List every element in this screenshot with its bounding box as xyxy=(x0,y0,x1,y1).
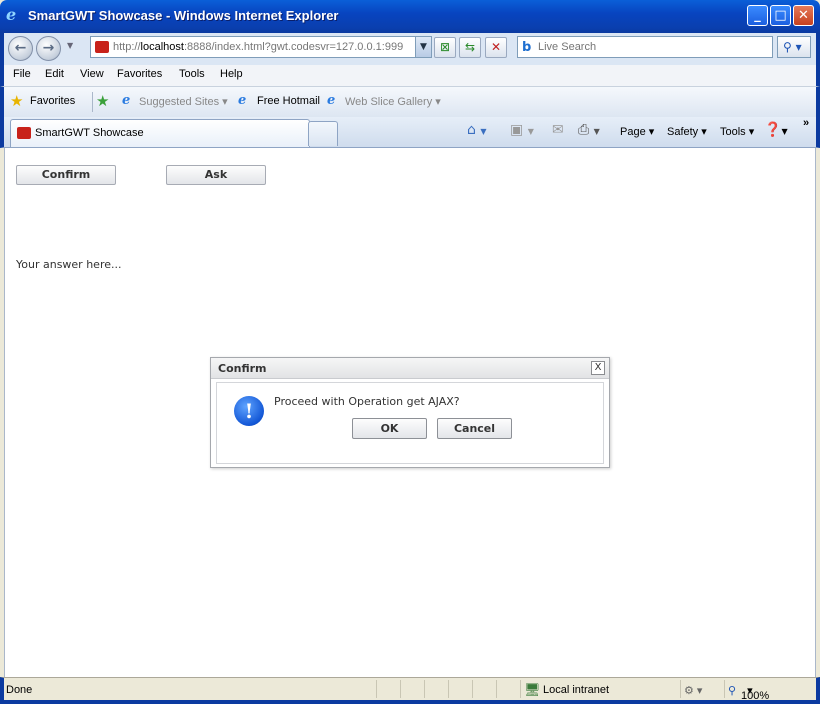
tab-row: SmartGWT Showcase ⌂ ▼ ▣ ▼ ✉ ⎙ ▼ Page ▾ S… xyxy=(0,117,820,148)
status-divider xyxy=(680,680,681,698)
menu-tools[interactable]: Tools xyxy=(179,68,205,80)
chevron-more-icon[interactable]: » xyxy=(803,117,809,129)
maximize-button[interactable]: □ xyxy=(770,5,791,26)
address-toolbar: ← → ▼ http://localhost:8888/index.html?g… xyxy=(0,33,820,65)
menu-file[interactable]: File xyxy=(13,68,31,80)
info-icon: ! xyxy=(234,396,264,426)
menu-help[interactable]: Help xyxy=(220,68,243,80)
status-divider xyxy=(496,680,497,698)
status-divider xyxy=(448,680,449,698)
new-tab-button[interactable] xyxy=(308,121,338,146)
zoom-level[interactable]: 100% ▾ xyxy=(741,684,769,702)
status-bar: Done 🖥 Local intranet ⚙ ▾ ⚲ 100% ▾ xyxy=(0,677,820,704)
status-divider xyxy=(724,680,725,698)
window-title: SmartGWT Showcase - Windows Internet Exp… xyxy=(28,8,339,23)
home-icon[interactable]: ⌂ ▼ xyxy=(467,122,487,138)
menu-bar: File Edit View Favorites Tools Help xyxy=(0,65,820,87)
back-button[interactable]: ← xyxy=(8,36,33,61)
address-field[interactable]: http://localhost:8888/index.html?gwt.cod… xyxy=(90,36,432,58)
status-text: Done xyxy=(6,684,33,696)
dialog-close-icon[interactable]: X xyxy=(591,361,605,375)
close-window-button[interactable]: ✕ xyxy=(793,5,814,26)
menu-edit[interactable]: Edit xyxy=(45,68,64,80)
search-field[interactable]: b xyxy=(517,36,773,58)
favorites-button[interactable]: Favorites xyxy=(30,95,75,107)
security-zone-label[interactable]: Local intranet xyxy=(543,684,609,696)
ie-logo-icon: e xyxy=(6,5,17,24)
status-divider xyxy=(376,680,377,698)
live-search-icon: b xyxy=(522,40,532,55)
zoom-icon: ⚲ xyxy=(728,685,737,697)
dialog-message: Proceed with Operation get AJAX? xyxy=(274,395,460,408)
page-menu[interactable]: Page ▾ xyxy=(620,125,654,138)
dialog-header[interactable]: Confirm X xyxy=(211,358,609,379)
web-slice-gallery-link[interactable]: Web Slice Gallery ▾ xyxy=(345,95,441,108)
minimize-button[interactable]: _ xyxy=(747,5,768,26)
menu-favorites[interactable]: Favorites xyxy=(117,68,162,80)
free-hotmail-link[interactable]: Free Hotmail xyxy=(257,95,320,107)
refresh-icon[interactable]: ⇆ xyxy=(459,37,481,58)
tab-favicon-icon xyxy=(17,127,31,139)
confirm-button[interactable]: Confirm xyxy=(16,165,116,185)
status-divider xyxy=(400,680,401,698)
address-url[interactable]: http://localhost:8888/index.html?gwt.cod… xyxy=(113,41,403,53)
menu-view[interactable]: View xyxy=(80,68,104,80)
intranet-zone-icon: 🖥 xyxy=(524,682,541,697)
favbar-separator xyxy=(92,92,93,112)
dialog-body: ! Proceed with Operation get AJAX? OK Ca… xyxy=(216,382,604,464)
web-slice-icon: e xyxy=(327,93,336,108)
address-dropdown-icon[interactable]: ▼ xyxy=(415,37,431,57)
favorites-bar: ★ Favorites ★ e Suggested Sites ▾ e Free… xyxy=(0,87,820,117)
answer-label: Your answer here... xyxy=(16,258,122,271)
read-mail-icon[interactable]: ✉ xyxy=(552,122,564,138)
history-dropdown-icon[interactable]: ▼ xyxy=(67,41,73,50)
tab-smartgwt-showcase[interactable]: SmartGWT Showcase xyxy=(10,119,310,147)
compatibility-view-icon[interactable]: ⊠ xyxy=(434,37,456,58)
ask-button[interactable]: Ask xyxy=(166,165,266,185)
search-input[interactable] xyxy=(538,39,766,55)
forward-button[interactable]: → xyxy=(36,36,61,61)
tab-label: SmartGWT Showcase xyxy=(35,127,144,139)
window-title-bar: e SmartGWT Showcase - Windows Internet E… xyxy=(0,0,820,33)
cancel-button[interactable]: Cancel xyxy=(437,418,512,439)
dialog-title: Confirm xyxy=(218,362,267,375)
status-divider xyxy=(520,680,521,698)
ok-button[interactable]: OK xyxy=(352,418,427,439)
stop-icon[interactable]: ✕ xyxy=(485,37,507,58)
status-divider xyxy=(424,680,425,698)
add-favorite-icon[interactable]: ★ xyxy=(96,92,109,110)
confirm-dialog: Confirm X ! Proceed with Operation get A… xyxy=(210,357,610,468)
suggested-sites-link[interactable]: Suggested Sites ▾ xyxy=(139,95,228,108)
hotmail-icon: e xyxy=(238,93,247,108)
tools-menu[interactable]: Tools ▾ xyxy=(720,125,754,138)
safety-menu[interactable]: Safety ▾ xyxy=(667,125,707,138)
feeds-icon[interactable]: ▣ ▼ xyxy=(510,122,534,138)
suggested-sites-icon: e xyxy=(122,93,131,108)
print-icon[interactable]: ⎙ ▼ xyxy=(578,122,600,138)
help-icon[interactable]: ❓▼ xyxy=(764,122,788,138)
site-favicon-icon xyxy=(95,41,109,53)
search-button[interactable]: ⚲ ▾ xyxy=(777,36,811,58)
status-divider xyxy=(472,680,473,698)
favorites-star-icon: ★ xyxy=(10,92,24,110)
protected-mode-icon[interactable]: ⚙ ▾ xyxy=(684,684,702,697)
